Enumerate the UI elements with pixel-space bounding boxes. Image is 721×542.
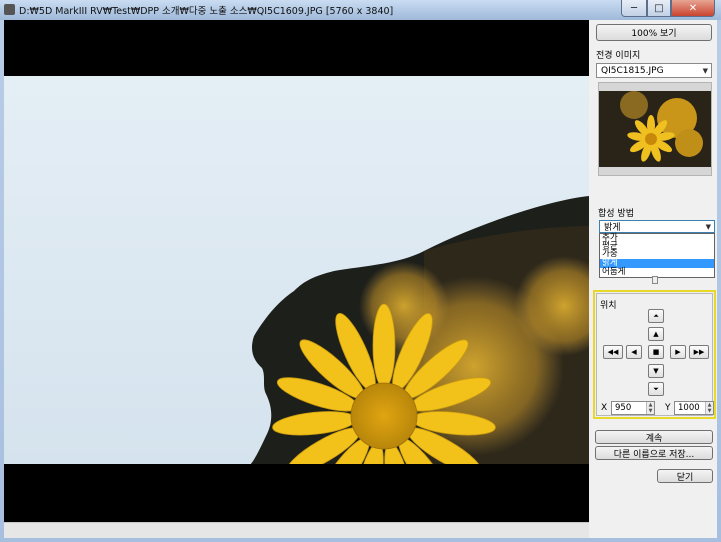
foreground-image-select[interactable]: QI5C1815.JPG ▼ [596,63,712,78]
spinner-icon[interactable]: ▲ ▼ [705,402,713,414]
app-window: D:₩5D MarkIII RV₩Test₩DPP 소개₩다중 노출 소스₩QI… [0,0,721,542]
foreground-image-label: 전경 이미지 [596,51,641,61]
y-value: 1000 [678,403,700,413]
image-viewer[interactable] [4,20,589,522]
maximize-button[interactable]: □ [647,0,671,17]
x-value: 950 [615,403,632,413]
spinner-icon[interactable]: ▲ ▼ [646,402,654,414]
blend-method-select[interactable]: 밝게 ▼ [599,220,715,233]
move-up-button[interactable]: ▲ [648,327,664,341]
save-as-button[interactable]: 다른 이름으로 저장... [595,446,713,460]
foreground-thumbnail [598,82,712,176]
foreground-file-name: QI5C1815.JPG [601,65,664,76]
chevron-down-icon: ▼ [702,67,708,75]
center-button[interactable]: ■ [648,345,664,359]
x-position-input[interactable]: 950 ▲ ▼ [611,401,655,415]
chevron-down-icon: ▼ [705,223,711,231]
position-label: 위치 [600,301,617,311]
close-window-button[interactable]: ✕ [671,0,715,17]
y-label: Y [665,403,671,413]
y-position-input[interactable]: 1000 ▲ ▼ [674,401,714,415]
x-label: X [601,403,608,413]
blend-method-label: 합성 방법 [598,209,634,219]
window-title: D:₩5D MarkIII RV₩Test₩DPP 소개₩다중 노출 소스₩QI… [19,6,394,17]
move-bottom-button[interactable]: ⏷ [648,382,664,396]
move-top-button[interactable]: ⏶ [648,309,664,323]
continue-button[interactable]: 계속 [595,430,713,444]
horizontal-scrollbar[interactable] [4,522,589,538]
thumbnail-image [599,91,711,167]
app-icon [4,4,15,15]
control-panel: 100% 보기 전경 이미지 QI5C1815.JPG ▼ 합성 방법 밝게 ▼… [591,20,717,538]
move-far-right-button[interactable]: ▶▶ [689,345,709,359]
close-button[interactable]: 닫기 [657,469,713,483]
minimize-button[interactable]: ─ [621,0,647,17]
move-right-button[interactable]: ▶ [670,345,686,359]
client-area: 100% 보기 전경 이미지 QI5C1815.JPG ▼ 합성 방법 밝게 ▼… [4,20,717,538]
move-far-left-button[interactable]: ◀◀ [603,345,623,359]
blend-method-dropdown: 추가 평균 가중 밝게 어둡게 [599,233,715,278]
position-group: 위치 ⏶ ▲ ◀◀ ◀ ■ ▶ ▶▶ ▼ ⏷ X 950 ▲ ▼ Y 1000 ▲… [593,290,716,419]
weight-slider-handle[interactable] [652,276,658,284]
blend-selected-value: 밝게 [604,223,621,233]
view-100-button[interactable]: 100% 보기 [596,24,712,41]
window-controls: ─ □ ✕ [621,0,715,17]
move-down-button[interactable]: ▼ [648,364,664,378]
title-bar: D:₩5D MarkIII RV₩Test₩DPP 소개₩다중 노출 소스₩QI… [0,0,721,20]
move-left-button[interactable]: ◀ [626,345,642,359]
composite-photo [4,76,589,466]
